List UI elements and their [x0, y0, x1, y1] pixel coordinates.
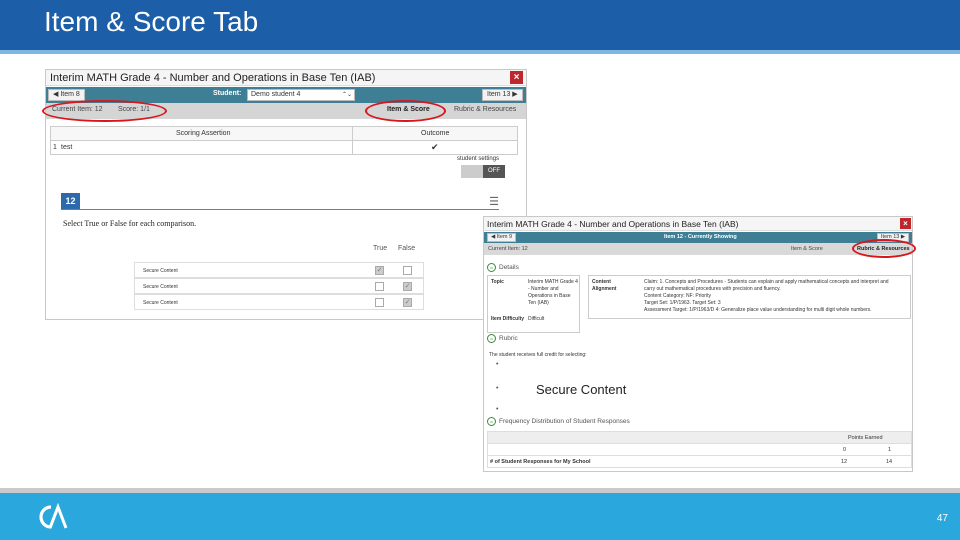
window-header: Interim MATH Grade 4 - Number and Operat… — [46, 70, 526, 86]
navigation-bar: ◀ Item 9 Item 12 - Currently Showing Ite… — [484, 232, 912, 243]
item-number: 12 — [61, 193, 80, 209]
rubric-section-header[interactable]: •• Rubric — [487, 334, 518, 343]
difficulty-value: Difficult — [528, 316, 545, 322]
secure-content-label: Secure Content — [536, 382, 627, 397]
title-accent-bar — [0, 50, 960, 54]
checkmark-icon: ✔ — [431, 142, 439, 152]
topic-value: Interim MATH Grade 4 - Number and Operat… — [528, 279, 578, 306]
alignment-line: Target Set: 1/P/1963. Target Set: 3 — [644, 300, 721, 306]
details-header-label: Details — [499, 264, 519, 272]
collapse-icon: •• — [487, 334, 496, 343]
false-checkbox[interactable]: ✓ — [403, 298, 412, 307]
settings-toggle[interactable]: OFF — [461, 165, 505, 178]
rubric-resources-window: Interim MATH Grade 4 - Number and Operat… — [483, 216, 913, 472]
row-index: 1 — [53, 144, 57, 151]
frequency-header-label: Frequency Distribution of Student Respon… — [499, 418, 630, 426]
grid-row-label: Secure Content — [143, 284, 178, 290]
grid-row-label: Secure Content — [143, 268, 178, 274]
collapse-icon: •• — [487, 417, 496, 426]
frequency-table: Points Earned 0 1 # of Student Responses… — [487, 431, 912, 469]
table-row: 0 1 — [487, 444, 912, 456]
false-checkbox[interactable] — [403, 266, 412, 275]
select-arrows-icon: ⌃⌄ — [341, 92, 352, 98]
title-bar: Item & Score Tab — [0, 0, 960, 50]
close-icon[interactable]: × — [510, 71, 523, 84]
column-header-outcome: Outcome — [421, 130, 450, 137]
tab-item-score[interactable]: Item & Score — [791, 246, 823, 252]
footer: 47 — [0, 493, 960, 540]
hamburger-menu-icon[interactable]: ☰ — [489, 195, 499, 208]
tab-rubric-resources[interactable]: Rubric & Resources — [454, 106, 516, 113]
true-checkbox[interactable] — [375, 282, 384, 291]
column-header-assertion: Scoring Assertion — [176, 130, 231, 137]
row-assertion: test — [61, 144, 73, 151]
window-title: Interim MATH Grade 4 - Number and Operat… — [487, 219, 739, 229]
row-label: # of Student Responses for My School — [490, 459, 591, 465]
student-select[interactable]: Demo student 4 ⌃⌄ — [247, 89, 355, 101]
grid-row: Secure Content ✓ — [134, 294, 424, 310]
previous-item-button[interactable]: ◀ Item 8 — [48, 89, 85, 101]
alignment-key: Content Alignment — [592, 279, 617, 292]
bullet: • — [496, 385, 499, 392]
tab-bar: Current Item: 12 Item & Score Rubric & R… — [484, 243, 912, 255]
points-column: 1 — [888, 447, 892, 453]
rubric-header-label: Rubric — [499, 335, 518, 343]
next-item-label: Item 13 — [487, 91, 511, 98]
highlight-oval-item-score-tab — [365, 100, 446, 122]
true-checkbox[interactable]: ✓ — [375, 266, 384, 275]
previous-item-button[interactable]: ◀ Item 9 — [487, 233, 517, 242]
item-header: 12 ☰ — [61, 193, 499, 210]
row-value: 14 — [886, 459, 893, 465]
column-header-false: False — [398, 245, 416, 252]
frequency-section-header[interactable]: •• Frequency Distribution of Student Resp… — [487, 417, 630, 426]
student-settings-label: student settings — [457, 156, 500, 162]
table-header: Scoring Assertion Outcome — [50, 126, 518, 141]
alignment-line: Content Category: NF: Priority — [644, 293, 711, 299]
row-value: 12 — [841, 459, 848, 465]
points-earned-header: Points Earned — [848, 435, 883, 441]
currently-showing-label: Item 12 - Currently Showing — [664, 234, 737, 240]
true-checkbox[interactable] — [375, 298, 384, 307]
topic-key: Topic — [491, 279, 504, 285]
grid-row: Secure Content ✓ — [134, 262, 424, 278]
previous-item-label: Item 9 — [496, 234, 513, 240]
alignment-line: Claim: 1. Concepts and Procedures - Stud… — [644, 279, 889, 285]
rubric-text: The student receives full credit for sel… — [489, 352, 587, 358]
column-divider — [352, 127, 353, 140]
topic-box: Topic Interim MATH Grade 4 - Number and … — [487, 275, 580, 333]
details-section-header[interactable]: •• Details — [487, 263, 519, 272]
alignment-box: Content Alignment Claim: 1. Concepts and… — [588, 275, 911, 319]
grid-row-label: Secure Content — [143, 300, 178, 306]
student-label: Student: — [213, 90, 242, 97]
table-row: 1 test ✔ — [50, 141, 518, 155]
column-divider — [352, 141, 353, 154]
alignment-line: carry out mathematical procedures with p… — [644, 286, 781, 292]
window-title: Interim MATH Grade 4 - Number and Operat… — [50, 72, 376, 84]
student-select-value: Demo student 4 — [251, 91, 301, 98]
window-header: Interim MATH Grade 4 - Number and Operat… — [484, 217, 912, 231]
next-item-button[interactable]: Item 13 ▶ — [482, 89, 523, 101]
false-checkbox[interactable]: ✓ — [403, 282, 412, 291]
previous-item-label: Item 8 — [60, 91, 80, 98]
item-prompt: Select True or False for each comparison… — [63, 219, 197, 228]
bullet: • — [496, 361, 499, 368]
slide: Item & Score Tab Interim MATH Grade 4 - … — [0, 0, 960, 540]
bullet: • — [496, 406, 499, 413]
points-column: 0 — [843, 447, 847, 453]
grid-row: Secure Content ✓ — [134, 278, 424, 294]
ca-logo-icon — [39, 503, 68, 529]
column-header-true: True — [373, 245, 388, 252]
highlight-oval-rubric-tab — [852, 239, 916, 258]
table-header: Points Earned — [487, 431, 912, 444]
table-row: # of Student Responses for My School 12 … — [487, 456, 912, 468]
highlight-oval-item-score — [42, 100, 167, 122]
toggle-off-label: OFF — [483, 165, 505, 178]
collapse-icon: •• — [487, 263, 496, 272]
current-item-label: Current Item: 12 — [488, 246, 528, 252]
alignment-line: Assessment Target: 1/P/1963/D 4: General… — [644, 307, 872, 313]
difficulty-key: Item Difficulty — [491, 316, 525, 322]
page-number: 47 — [936, 513, 948, 524]
close-icon[interactable]: × — [900, 218, 911, 229]
slide-title: Item & Score Tab — [44, 6, 259, 37]
